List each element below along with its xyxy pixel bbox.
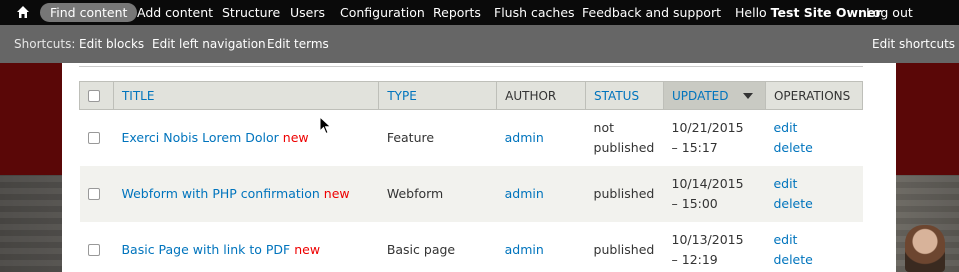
toolbar-users[interactable]: Users (290, 0, 325, 25)
status-line-1: published (593, 185, 655, 201)
node-title-link[interactable]: Exerci Nobis Lorem Dolor (121, 130, 278, 145)
new-marker: new (323, 185, 350, 201)
operations-cell: edit delete (765, 222, 862, 272)
title-cell: Basic Page with link to PDF new (113, 222, 378, 272)
column-status[interactable]: Status (585, 81, 665, 110)
operations-cell: edit delete (765, 166, 862, 222)
username[interactable]: Test Site Owner (771, 5, 882, 20)
type-cell: Basic page (386, 241, 456, 257)
column-author: Author (496, 81, 587, 110)
author-cell: admin (497, 222, 586, 272)
sort-type-link[interactable]: Type (387, 89, 416, 103)
author-link[interactable]: admin (505, 242, 544, 257)
toolbar-add-content[interactable]: Add content (137, 0, 213, 25)
content-table: Title Type Author Status Updated Operati… (79, 81, 864, 272)
row-select-cell (80, 166, 114, 222)
toolbar-feedback[interactable]: Feedback and support (582, 0, 721, 25)
table-row: Basic Page with link to PDF new Basic pa… (79, 221, 863, 272)
shortcut-edit-left-navigation[interactable]: Edit left navigation (152, 25, 266, 63)
column-updated[interactable]: Updated (663, 81, 766, 110)
updated-time: – 15:00 (671, 195, 718, 211)
updated-date: 10/14/2015 (671, 175, 744, 191)
sort-title-link[interactable]: Title (122, 89, 154, 103)
greeting-prefix: Hello (735, 5, 767, 20)
table-row: Exerci Nobis Lorem Dolor new Feature adm… (79, 109, 863, 166)
row-checkbox[interactable] (87, 188, 100, 200)
sort-status-link[interactable]: Status (594, 89, 639, 103)
updated-date: 10/21/2015 (671, 119, 744, 135)
select-all-checkbox[interactable] (88, 90, 100, 102)
status-line-1: published (593, 241, 655, 257)
new-marker: new (282, 129, 309, 145)
row-select-cell (80, 110, 114, 166)
column-type[interactable]: Type (378, 81, 498, 110)
node-title-link[interactable]: Basic Page with link to PDF (121, 242, 290, 257)
user-greeting: Hello Test Site Owner (735, 0, 882, 25)
admin-toolbar: Find content Add content Structure Users… (0, 0, 959, 25)
column-operations: Operations (764, 81, 864, 110)
row-checkbox[interactable] (87, 132, 100, 145)
status-cell: published (586, 222, 664, 272)
status-line-2: published (593, 139, 655, 155)
toolbar-structure[interactable]: Structure (222, 0, 280, 25)
author-cell: admin (497, 110, 586, 166)
row-checkbox[interactable] (87, 244, 100, 256)
status-line-1: not (593, 119, 615, 135)
delete-link[interactable]: delete (773, 196, 812, 211)
delete-link[interactable]: delete (773, 140, 812, 155)
operations-cell: edit delete (765, 110, 862, 166)
updated-cell: 10/21/2015 – 15:17 (664, 110, 766, 166)
divider (79, 66, 863, 67)
column-title[interactable]: Title (112, 81, 380, 110)
updated-cell: 10/13/2015 – 12:19 (664, 222, 766, 272)
edit-link[interactable]: edit (773, 176, 797, 191)
node-title-link[interactable]: Webform with PHP confirmation (121, 186, 319, 201)
type-cell: Feature (386, 129, 435, 145)
title-cell: Webform with PHP confirmation new (113, 166, 378, 222)
type-cell: Webform (386, 185, 444, 201)
row-select-cell (80, 222, 114, 272)
edit-link[interactable]: edit (773, 120, 797, 135)
shortcut-edit-terms[interactable]: Edit terms (267, 25, 329, 63)
status-cell: not published (586, 110, 664, 166)
mouse-cursor-icon (319, 116, 332, 135)
toolbar-reports[interactable]: Reports (433, 0, 481, 25)
updated-time: – 15:17 (671, 139, 718, 155)
title-cell: Exerci Nobis Lorem Dolor new (113, 110, 378, 166)
delete-link[interactable]: delete (773, 252, 812, 267)
toolbar-flush-caches[interactable]: Flush caches (494, 0, 575, 25)
home-icon[interactable] (16, 5, 30, 19)
shortcuts-bar: Shortcuts: Edit blocks Edit left navigat… (0, 25, 959, 63)
shortcuts-label: Shortcuts: (14, 37, 76, 51)
updated-date: 10/13/2015 (671, 231, 744, 247)
sort-updated-link[interactable]: Updated (672, 89, 728, 103)
toolbar-configuration[interactable]: Configuration (340, 0, 425, 25)
background-portrait (905, 225, 945, 272)
caret-down-icon[interactable] (742, 93, 753, 99)
select-all-header (79, 81, 114, 110)
status-cell: published (586, 166, 664, 222)
table-header-row: Title Type Author Status Updated Operati… (79, 81, 864, 110)
edit-link[interactable]: edit (773, 232, 797, 247)
logout-link[interactable]: Log out (866, 0, 913, 25)
table-row: Webform with PHP confirmation new Webfor… (79, 165, 863, 222)
author-cell: admin (497, 166, 586, 222)
shortcut-edit-blocks[interactable]: Edit blocks (79, 25, 144, 63)
toolbar-find-content[interactable]: Find content (40, 3, 138, 22)
updated-time: – 12:19 (671, 251, 718, 267)
content-panel: Title Type Author Status Updated Operati… (62, 63, 896, 272)
author-link[interactable]: admin (505, 130, 544, 145)
author-link[interactable]: admin (505, 186, 544, 201)
updated-cell: 10/14/2015 – 15:00 (664, 166, 766, 222)
new-marker: new (294, 241, 321, 257)
edit-shortcuts-link[interactable]: Edit shortcuts (872, 25, 955, 63)
